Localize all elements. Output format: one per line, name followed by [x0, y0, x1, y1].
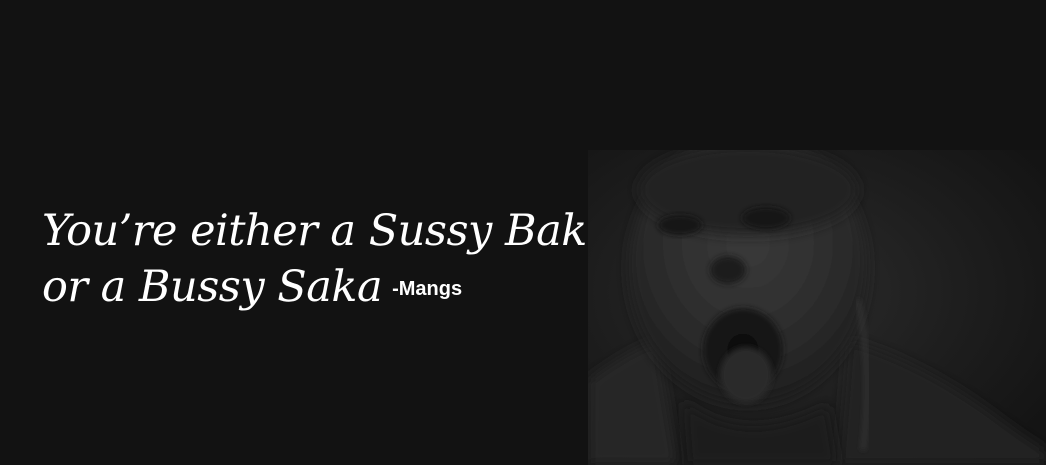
quote-line-1: You’re either a Sussy Baka — [42, 206, 612, 256]
quote-text: You’re either a Sussy Baka or a Bussy Sa… — [42, 203, 612, 317]
quote-slide: You’re either a Sussy Baka or a Bussy Sa… — [0, 0, 1046, 465]
quote-line-2-text: or a Bussy Saka — [42, 262, 383, 312]
face-photo-image — [588, 150, 1046, 465]
face-photo — [588, 150, 1046, 465]
quote-line-2: or a Bussy Saka -Mangs — [42, 259, 602, 317]
quote-attribution: -Mangs — [392, 278, 463, 300]
